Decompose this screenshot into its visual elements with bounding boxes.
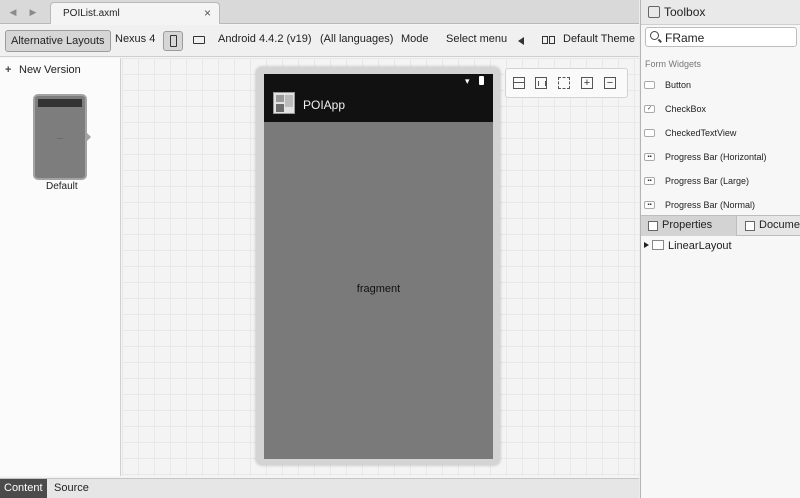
tab-properties-label: Properties — [662, 219, 713, 231]
app-icon-tile — [285, 95, 293, 107]
app-icon — [273, 92, 295, 114]
action-bar[interactable]: ▾ POIApp — [264, 74, 493, 122]
forward-icon[interactable]: ▶ — [25, 4, 41, 20]
tab-document-label: Document Outline — [759, 219, 800, 231]
plus-icon: + — [5, 64, 12, 76]
book-page-right — [549, 36, 555, 44]
thumbnail-action-bar — [38, 99, 82, 107]
toolbox-item[interactable]: ▪▪ Progress Bar (Normal) — [641, 194, 800, 214]
toolbox-item[interactable]: ✓ CheckBox — [641, 98, 800, 122]
toolbox-item-label: Progress Bar (Horizontal) — [665, 152, 767, 162]
editor-view-tabs: Content Source — [0, 478, 639, 498]
app-icon-tile — [276, 95, 284, 102]
properties-tab-bar: Properties Document Outline — [641, 215, 800, 236]
layout-icon[interactable] — [513, 77, 525, 89]
wifi-icon: ▾ — [465, 76, 470, 86]
tab-source[interactable]: Source — [54, 479, 89, 498]
device-frame: ▾ POIApp fragment — [256, 67, 500, 465]
expand-arrow-icon[interactable] — [644, 242, 649, 248]
checkedtextview-icon — [644, 129, 655, 137]
app-icon-tile — [276, 104, 284, 112]
landscape-phone-icon — [193, 36, 205, 44]
canvas-tools: + − — [505, 68, 628, 98]
portrait-orientation-button[interactable] — [163, 31, 183, 51]
new-version-button[interactable]: + New Version — [5, 64, 81, 76]
linearlayout-icon — [652, 240, 664, 250]
toolbox-search[interactable] — [645, 27, 797, 47]
layout-editor: ◀ ▶ POIList.axml × Alternative Layouts N… — [0, 0, 639, 498]
version-label: Default — [46, 181, 78, 192]
alternative-layouts-button[interactable]: Alternative Layouts — [5, 30, 111, 52]
battery-icon — [479, 76, 484, 85]
back-icon[interactable]: ◀ — [5, 4, 21, 20]
versions-panel: + New Version ··· Default — [0, 58, 121, 476]
checkbox-icon: ✓ — [644, 105, 655, 113]
action-bar-toggle[interactable] — [513, 31, 533, 51]
design-canvas[interactable]: ▾ POIApp fragment + − — [122, 58, 639, 476]
tree-item-linearlayout[interactable]: LinearLayout — [641, 237, 800, 255]
toolbox-icon — [648, 6, 660, 18]
designer-toolbar: Alternative Layouts Nexus 4 Android 4.4.… — [0, 25, 639, 57]
mode-selector[interactable]: Mode — [401, 33, 429, 45]
tab-content[interactable]: Content — [0, 479, 47, 498]
zoom-out-icon[interactable]: − — [604, 77, 616, 89]
thumbnail-content: ··· — [57, 136, 63, 142]
side-panels: Toolbox Form Widgets Button ✓ CheckBox Chec… — [640, 0, 800, 498]
toolbox-item[interactable]: Button — [641, 74, 800, 98]
device-selector[interactable]: Nexus 4 — [115, 33, 155, 45]
toolbox-item-label: Button — [665, 80, 692, 90]
app-title: POIApp — [303, 98, 346, 112]
theme-icon[interactable] — [539, 31, 559, 51]
progressbar-icon: ▪▪ — [644, 201, 655, 209]
toolbox-item-label: Progress Bar (Normal) — [665, 200, 756, 210]
status-bar: ▾ — [465, 76, 487, 86]
toolbox-item-label: Progress Bar (Large) — [665, 176, 750, 186]
properties-icon — [648, 221, 658, 231]
tab-document-outline[interactable]: Document Outline — [738, 216, 800, 236]
progressbar-icon: ▪▪ — [644, 177, 655, 185]
document-tab-bar: ◀ ▶ POIList.axml × — [0, 0, 639, 24]
book-page-left — [542, 36, 548, 44]
search-input[interactable] — [665, 30, 793, 45]
fragment-placeholder[interactable]: fragment — [264, 283, 493, 295]
portrait-phone-icon — [170, 35, 177, 47]
toolbox-item[interactable]: ▪▪ Progress Bar (Horizontal) — [641, 146, 800, 170]
toolbox-header: Toolbox — [641, 0, 800, 25]
select-menu[interactable]: Select menu — [446, 33, 507, 45]
widget-list: Button ✓ CheckBox CheckedTextView ▪▪ Progress… — [641, 74, 800, 214]
section-title: Form Widgets — [645, 59, 702, 69]
toolbox-title: Toolbox — [664, 5, 706, 19]
progressbar-icon: ▪▪ — [644, 153, 655, 161]
api-level-selector[interactable]: Android 4.4.2 (v19) — [218, 33, 312, 45]
button-icon — [644, 81, 655, 89]
selected-version-arrow-icon — [86, 132, 91, 142]
document-outline-icon — [745, 221, 755, 231]
tab-properties[interactable]: Properties — [641, 216, 737, 236]
toolbox-item[interactable]: ▪▪ Progress Bar (Large) — [641, 170, 800, 194]
theme-selector[interactable]: Default Theme — [563, 33, 635, 45]
close-icon[interactable]: × — [204, 6, 211, 20]
tab-poilist[interactable]: POIList.axml × — [50, 2, 220, 24]
tab-label: POIList.axml — [63, 8, 120, 19]
tree-item-label: LinearLayout — [668, 240, 732, 252]
zoom-in-icon[interactable]: + — [581, 77, 593, 89]
default-version-thumbnail[interactable]: ··· — [33, 94, 87, 180]
triangle-icon — [518, 37, 524, 45]
grid-icon[interactable] — [535, 77, 547, 89]
search-icon — [650, 31, 659, 40]
new-version-label: New Version — [19, 64, 81, 76]
toolbox-item[interactable]: CheckedTextView — [641, 122, 800, 146]
toolbox-item-label: CheckedTextView — [665, 128, 737, 138]
language-selector[interactable]: (All languages) — [320, 33, 393, 45]
fit-to-window-icon[interactable] — [558, 77, 570, 89]
device-screen[interactable]: ▾ POIApp fragment — [264, 74, 493, 459]
toolbox-item-label: CheckBox — [665, 104, 707, 114]
landscape-orientation-button[interactable] — [190, 31, 210, 51]
